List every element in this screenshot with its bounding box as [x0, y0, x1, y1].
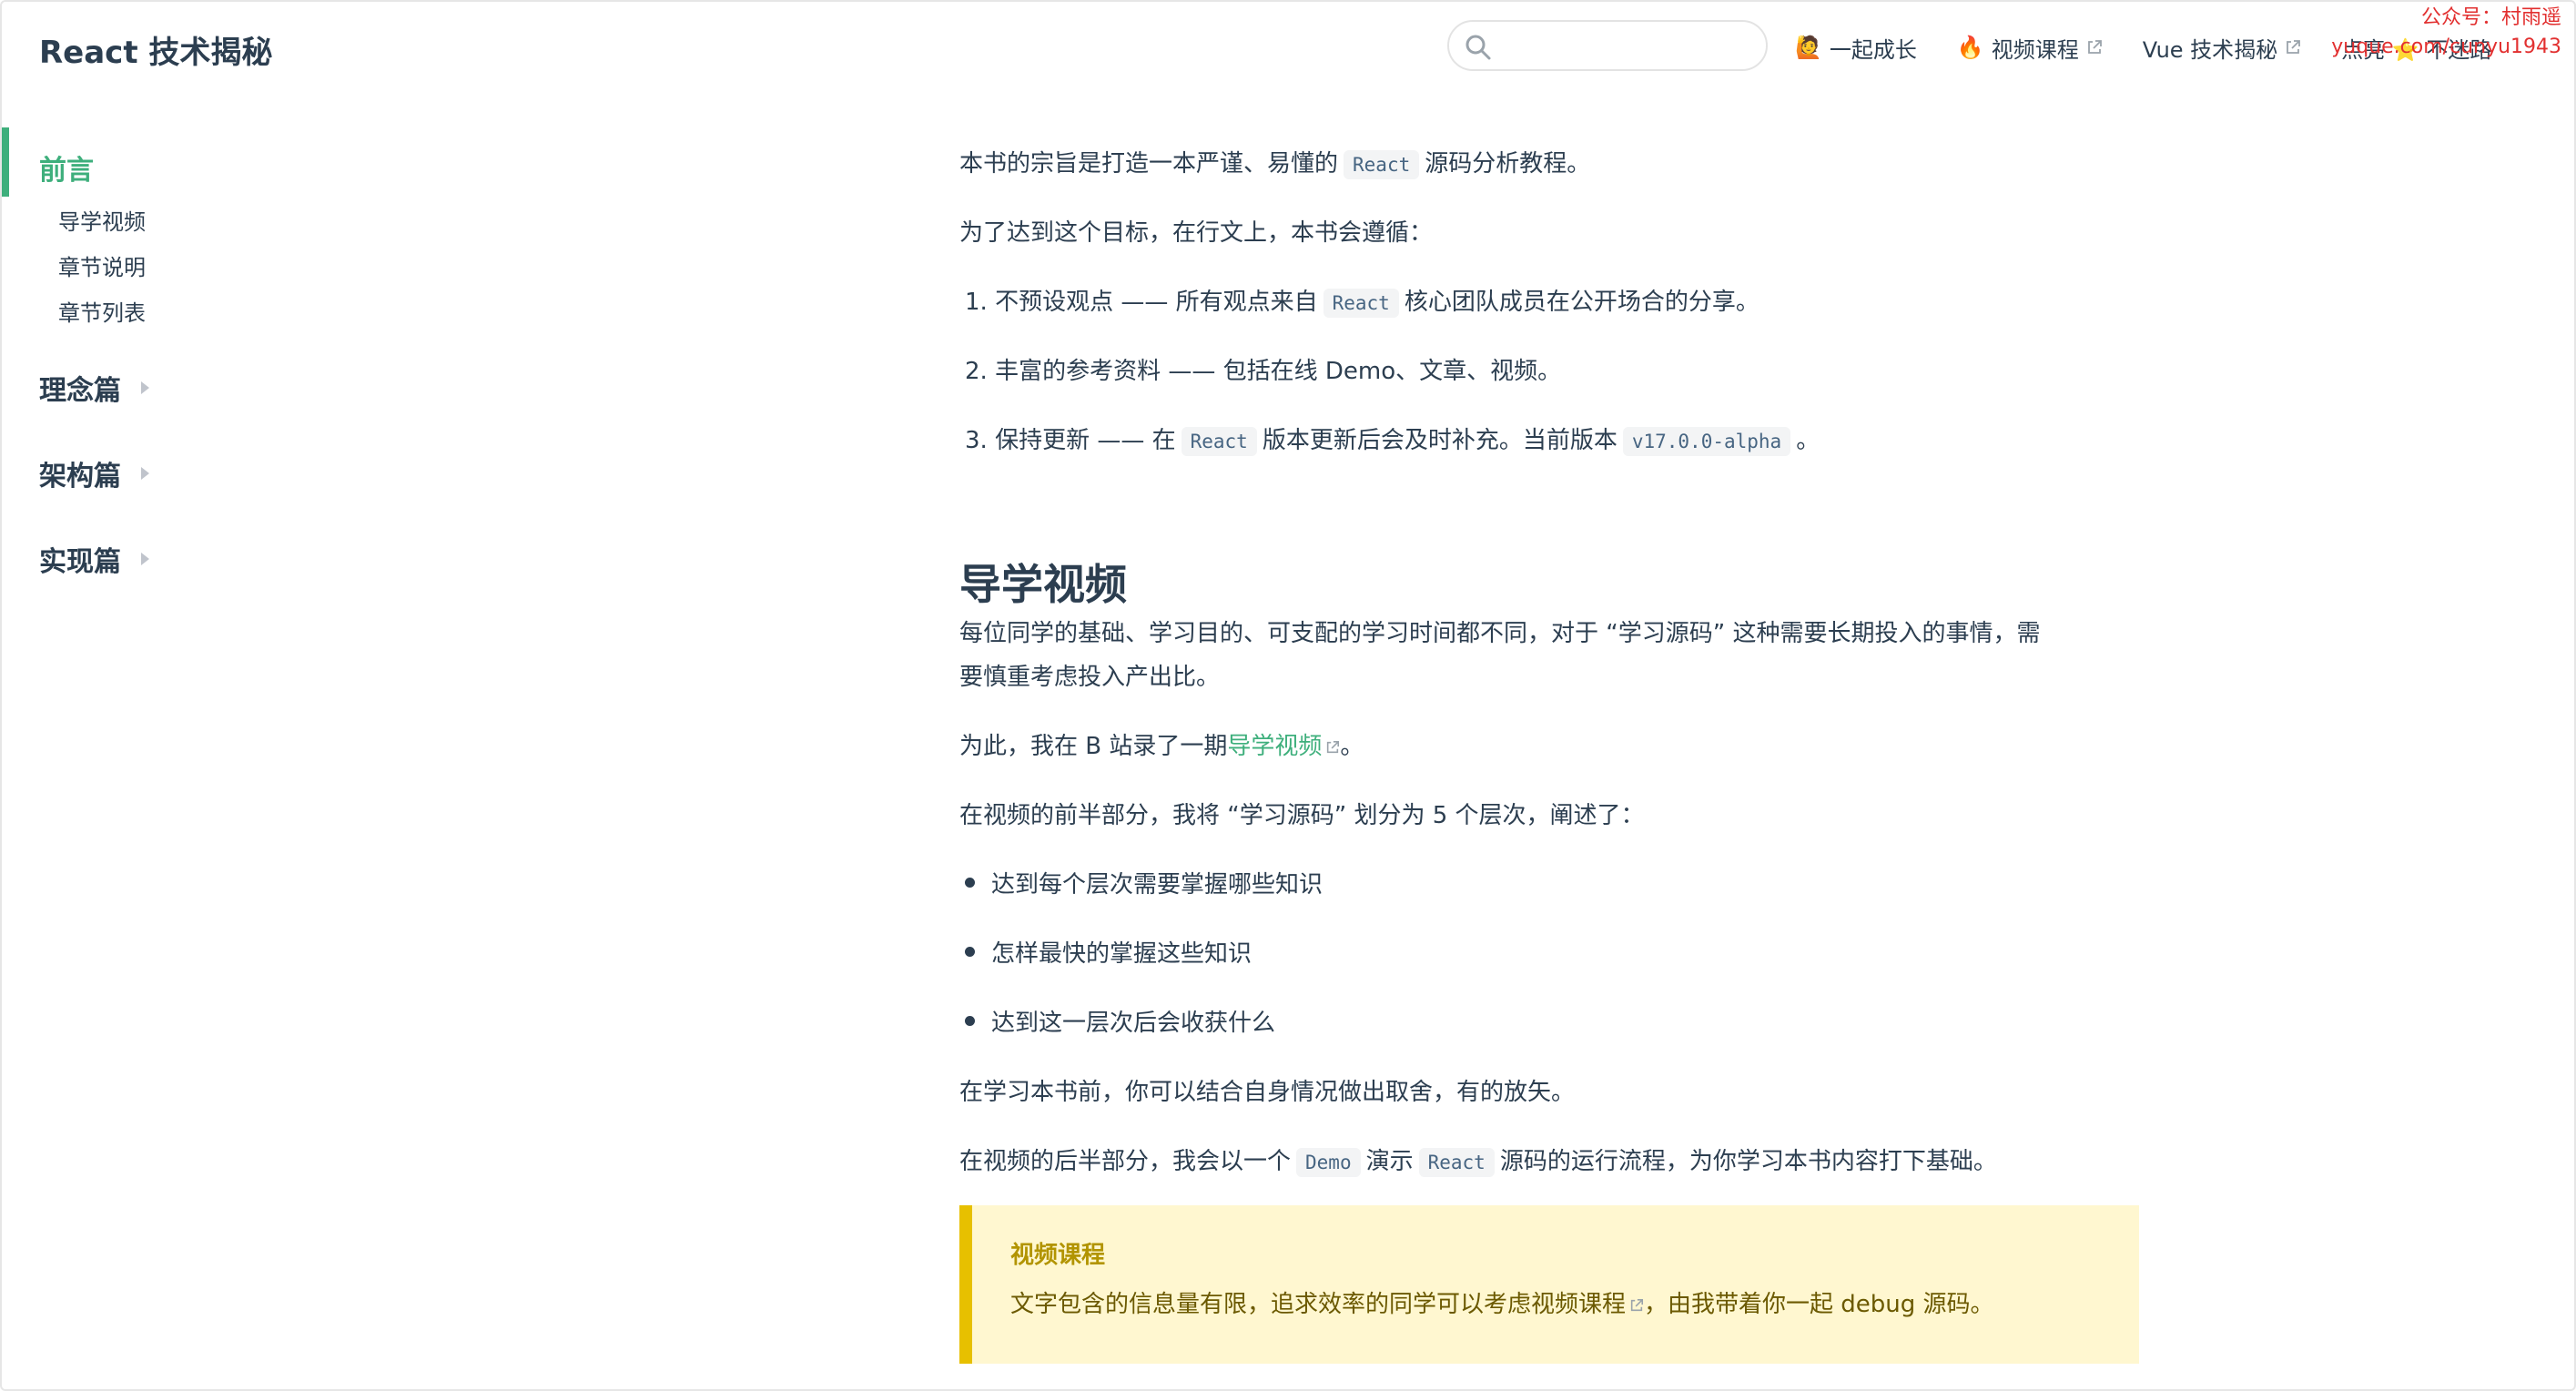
text: 版本更新后会及时补充。当前版本: [1262, 427, 1618, 454]
search-input[interactable]: [1502, 27, 1760, 66]
sidebar-active-indicator: [2, 127, 9, 197]
nav-item-label: 一起成长: [1829, 36, 1917, 63]
nav-item-label: 视频课程: [1991, 36, 2079, 63]
text: 达到这一层次后会收获什么: [991, 1010, 1276, 1037]
text: 文字包含的信息量有限，追求效率的同学可以考虑: [1010, 1291, 1532, 1318]
inline-code: React: [1418, 1148, 1495, 1177]
text: 为此，我在 B 站录了一期: [959, 733, 1228, 760]
sidebar-group-label: 实现篇: [39, 546, 121, 578]
bullet-dot: [965, 878, 975, 888]
nav-item-vue-book[interactable]: Vue 技术揭秘: [2143, 32, 2301, 64]
list-item: 怎样最快的掌握这些知识: [965, 932, 1252, 976]
inline-code: React: [1181, 427, 1257, 456]
chevron-right-icon: [141, 553, 149, 565]
sidebar-group-label: 理念篇: [39, 375, 121, 407]
paragraph-principles: 为了达到这个目标，在行文上，本书会遵循：: [959, 219, 1434, 247]
external-link-icon: [2287, 40, 2301, 54]
inline-code: React: [1323, 289, 1399, 318]
tip-callout: 视频课程 文字包含的信息量有限，追求效率的同学可以考虑视频课程 ，由我带着你一起 …: [959, 1205, 2139, 1364]
text: 本书的宗旨是打造一本严谨、易懂的: [959, 150, 1339, 178]
sidebar-subitem-chapter-notes[interactable]: 章节说明: [58, 249, 146, 281]
text: 。: [1340, 733, 1364, 760]
site-title[interactable]: React 技术揭秘: [39, 27, 272, 72]
chevron-right-icon: [141, 467, 149, 480]
text: 源码的运行流程，为你学习本书内容打下基础。: [1499, 1148, 1997, 1175]
list-item: 2. 丰富的参考资料 —— 包括在线 Demo、文章、视频。: [965, 350, 1561, 393]
raising-hand-icon: 🙋: [1795, 35, 1822, 60]
sidebar-subitem-chapter-list[interactable]: 章节列表: [58, 295, 146, 327]
inline-code: Demo: [1296, 1148, 1361, 1177]
text: 2. 丰富的参考资料 —— 包括在线 Demo、文章、视频。: [965, 358, 1562, 385]
sidebar-item-preface[interactable]: 前言: [39, 147, 94, 188]
navbar: React 技术揭秘 🙋 一起成长 🔥 视频课程 Vue 技术揭秘 点亮 ⭐ 不…: [0, 0, 2576, 95]
paragraph-text: 每位同学的基础、学习目的、可支配的学习时间都不同，对于 “学习源码” 这种需要长…: [959, 620, 2041, 647]
text: 演示: [1365, 1148, 1414, 1175]
external-link-icon: [1630, 1298, 1644, 1311]
intro-video-link[interactable]: 导学视频: [1227, 733, 1322, 760]
text: 核心团队成员在公开场合的分享。: [1404, 289, 1760, 316]
fire-icon: 🔥: [1956, 35, 1984, 60]
list-item: 1. 不预设观点 —— 所有观点来自 React 核心团队成员在公开场合的分享。: [965, 280, 1760, 325]
text: 怎样最快的掌握这些知识: [991, 940, 1253, 968]
watermark-line: yuque.com/cunyu1943: [2331, 36, 2561, 58]
section-heading-intro-video: 导学视频: [959, 560, 1127, 610]
external-link-icon: [1327, 740, 1340, 753]
sidebar-subitem-intro-video[interactable]: 导学视频: [58, 204, 146, 236]
text: 3. 保持更新 —— 在: [965, 427, 1176, 454]
paragraph-bilibili: 为此，我在 B 站录了一期导学视频。: [959, 725, 1364, 768]
nav-item-video-course[interactable]: 🔥 视频课程: [1957, 32, 2103, 64]
text: 源码分析教程。: [1425, 150, 1591, 178]
video-course-link[interactable]: 视频课程: [1531, 1291, 1626, 1318]
text: 达到每个层次需要掌握哪些知识: [991, 871, 1323, 899]
paragraph-purpose: 本书的宗旨是打造一本严谨、易懂的 React 源码分析教程。: [959, 142, 1590, 187]
sidebar-group-implementation[interactable]: 实现篇: [39, 539, 149, 579]
paragraph-demo: 在视频的后半部分，我会以一个 Demo 演示 React 源码的运行流程，为你学习本书内…: [959, 1140, 1997, 1184]
list-item: 达到这一层次后会收获什么: [965, 1001, 1275, 1045]
text: ，由我带着你一起 debug 源码。: [1644, 1291, 1994, 1318]
bullet-dot: [965, 947, 975, 957]
paragraph-text: 在学习本书前，你可以结合自身情况做出取舍，有的放矢。: [959, 1079, 1576, 1106]
paragraph-text: 在视频的前半部分，我将 “学习源码” 划分为 5 个层次，阐述了：: [959, 802, 1645, 829]
tip-body: 文字包含的信息量有限，追求效率的同学可以考虑视频课程 ，由我带着你一起 debug…: [1010, 1285, 1994, 1319]
paragraph-text: 要慎重考虑投入产出比。: [959, 664, 1221, 691]
nav-item-grow-together[interactable]: 🙋 一起成长: [1795, 32, 1917, 64]
external-link-icon: [2087, 40, 2102, 54]
text: 。: [1796, 427, 1820, 454]
watermark-line: 公众号：村雨遥: [2420, 6, 2561, 29]
inline-code: v17.0.0-alpha: [1622, 427, 1791, 456]
sidebar-group-label: 架构篇: [39, 461, 121, 492]
watermark: 公众号：村雨遥 yuque.com/cunyu1943: [2331, 4, 2561, 62]
search-box[interactable]: [1447, 20, 1768, 71]
search-icon: [1465, 35, 1491, 60]
list-item: 达到每个层次需要掌握哪些知识: [965, 863, 1323, 907]
inline-code: React: [1344, 150, 1420, 179]
sidebar-group-concept[interactable]: 理念篇: [39, 368, 149, 408]
tip-title: 视频课程: [1010, 1242, 1106, 1269]
bullet-dot: [965, 1016, 975, 1026]
nav-item-label: Vue 技术揭秘: [2142, 36, 2278, 63]
sidebar-group-architecture[interactable]: 架构篇: [39, 453, 149, 493]
chevron-right-icon: [141, 381, 149, 394]
text: 1. 不预设观点 —— 所有观点来自: [965, 289, 1318, 316]
list-item: 3. 保持更新 —— 在 React 版本更新后会及时补充。当前版本 v17.0.0-…: [965, 419, 1820, 463]
text: 在视频的后半部分，我会以一个: [959, 1148, 1292, 1175]
